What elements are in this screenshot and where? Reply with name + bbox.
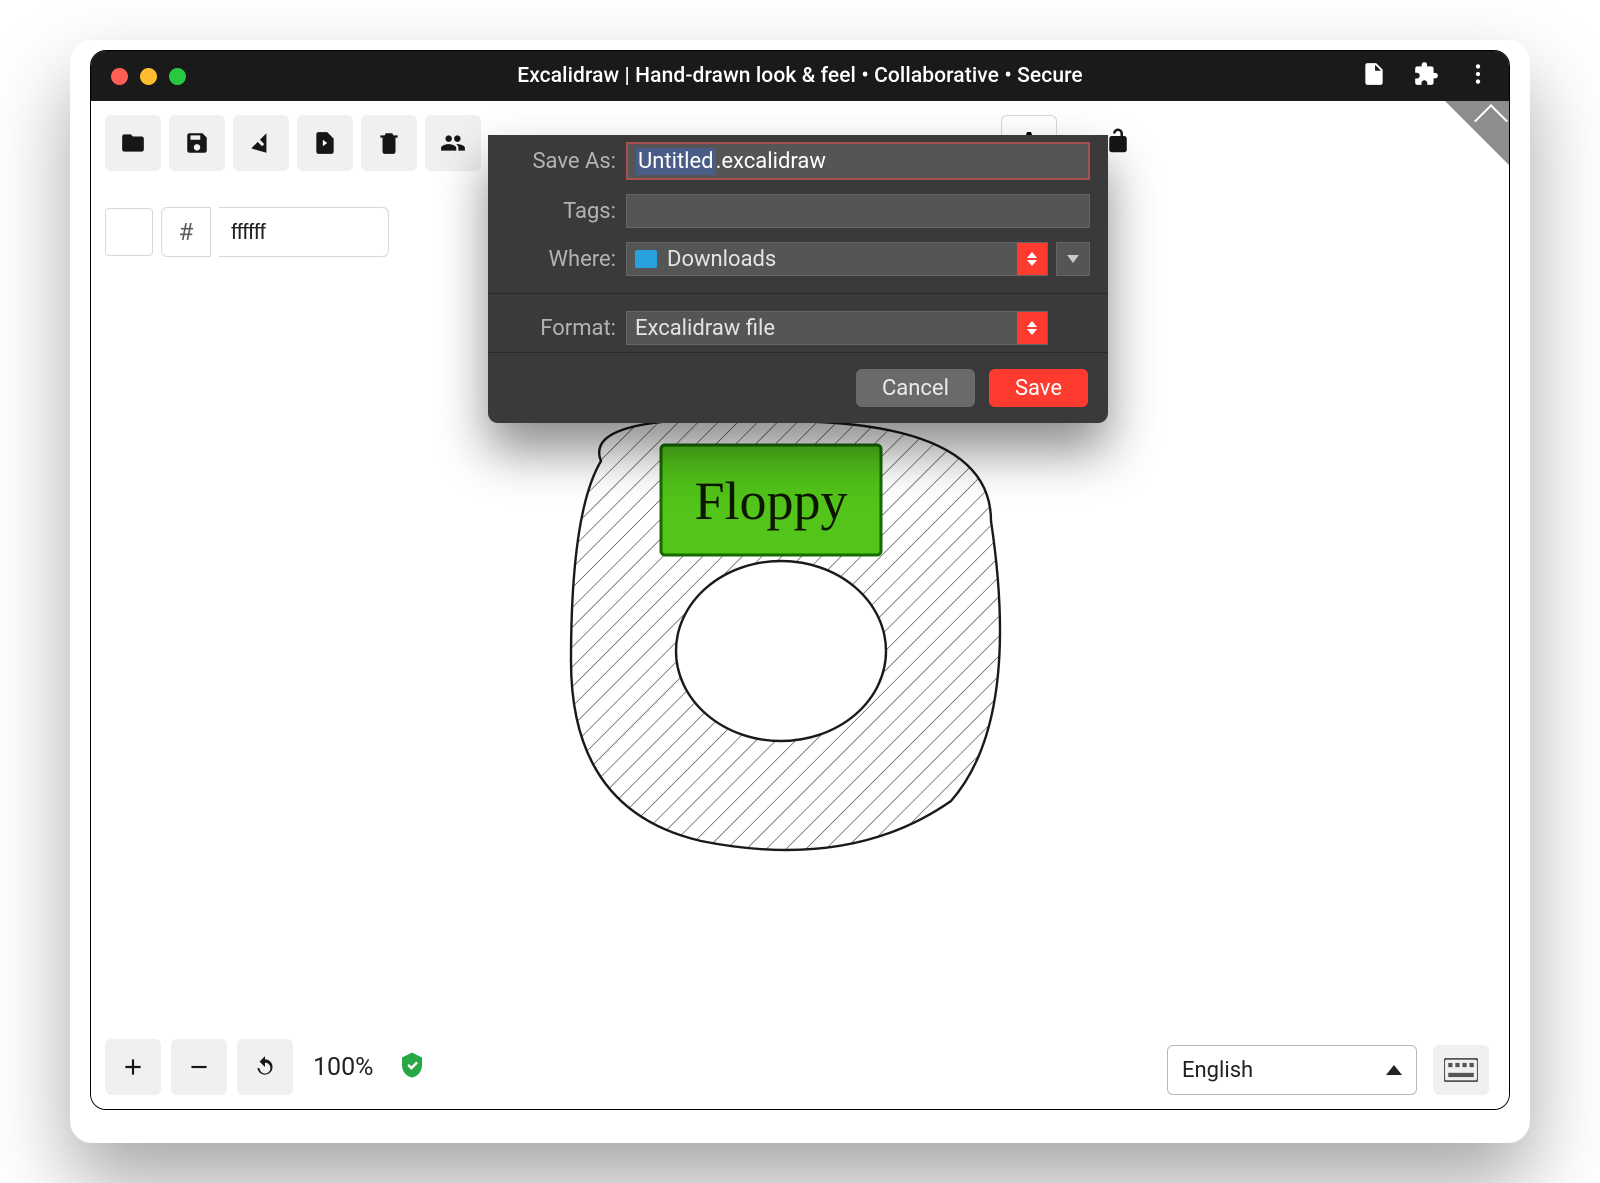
save-confirm-button[interactable]: Save (989, 369, 1088, 407)
save-as-label: Save As: (506, 149, 626, 174)
keyboard-shortcuts-button[interactable] (1433, 1045, 1489, 1095)
minimize-window-button[interactable] (140, 68, 157, 85)
zoom-window-button[interactable] (169, 68, 186, 85)
dialog-separator (488, 293, 1108, 294)
language-value: English (1182, 1058, 1253, 1083)
app-window: Excalidraw | Hand-drawn look & feel • Co… (90, 50, 1510, 1110)
canvas-drawing: Floppy (521, 401, 1061, 881)
where-select[interactable]: Downloads (626, 242, 1048, 276)
collaborate-button[interactable] (425, 115, 481, 171)
background-color-picker: # (105, 207, 389, 257)
close-window-button[interactable] (111, 68, 128, 85)
chevron-up-icon (1386, 1065, 1402, 1075)
expand-browser-button[interactable] (1056, 242, 1090, 276)
select-arrows-icon (1017, 243, 1047, 275)
format-value: Excalidraw file (635, 316, 775, 341)
filename-input[interactable]: Untitled.excalidraw (626, 142, 1090, 180)
save-button[interactable] (169, 115, 225, 171)
format-label: Format: (506, 316, 626, 341)
current-color-swatch[interactable] (105, 208, 153, 256)
titlebar: Excalidraw | Hand-drawn look & feel • Co… (91, 51, 1509, 101)
delete-button[interactable] (361, 115, 417, 171)
hash-prefix: # (161, 207, 211, 257)
select-arrows-icon (1017, 312, 1047, 344)
drawing-label: Floppy (694, 471, 847, 531)
traffic-lights (91, 68, 186, 85)
open-button[interactable] (105, 115, 161, 171)
secure-shield-icon (397, 1050, 427, 1084)
footer-zoom-controls: 100% (105, 1039, 427, 1095)
folder-icon (635, 250, 657, 268)
extensions-icon[interactable] (1413, 61, 1439, 91)
more-icon[interactable] (1465, 61, 1491, 91)
zoom-reset-button[interactable] (237, 1039, 293, 1095)
app-content: A 8 # (91, 101, 1509, 1109)
hex-color-input[interactable] (219, 207, 389, 257)
corner-collab-button[interactable] (1445, 101, 1509, 165)
zoom-level: 100% (313, 1053, 373, 1082)
window-title: Excalidraw | Hand-drawn look & feel • Co… (517, 64, 1083, 88)
save-dialog: Save As: Untitled.excalidraw Tags: Where… (488, 135, 1108, 423)
install-app-icon[interactable] (1361, 61, 1387, 91)
zoom-in-button[interactable] (105, 1039, 161, 1095)
cancel-button[interactable]: Cancel (856, 369, 975, 407)
format-select[interactable]: Excalidraw file (626, 311, 1048, 345)
zoom-out-button[interactable] (171, 1039, 227, 1095)
tags-input[interactable] (626, 194, 1090, 228)
tags-label: Tags: (506, 199, 626, 224)
clear-reset-button[interactable] (233, 115, 289, 171)
where-value: Downloads (667, 247, 776, 272)
where-label: Where: (506, 247, 626, 272)
main-toolbar (105, 115, 481, 171)
export-button[interactable] (297, 115, 353, 171)
language-select[interactable]: English (1167, 1045, 1417, 1095)
